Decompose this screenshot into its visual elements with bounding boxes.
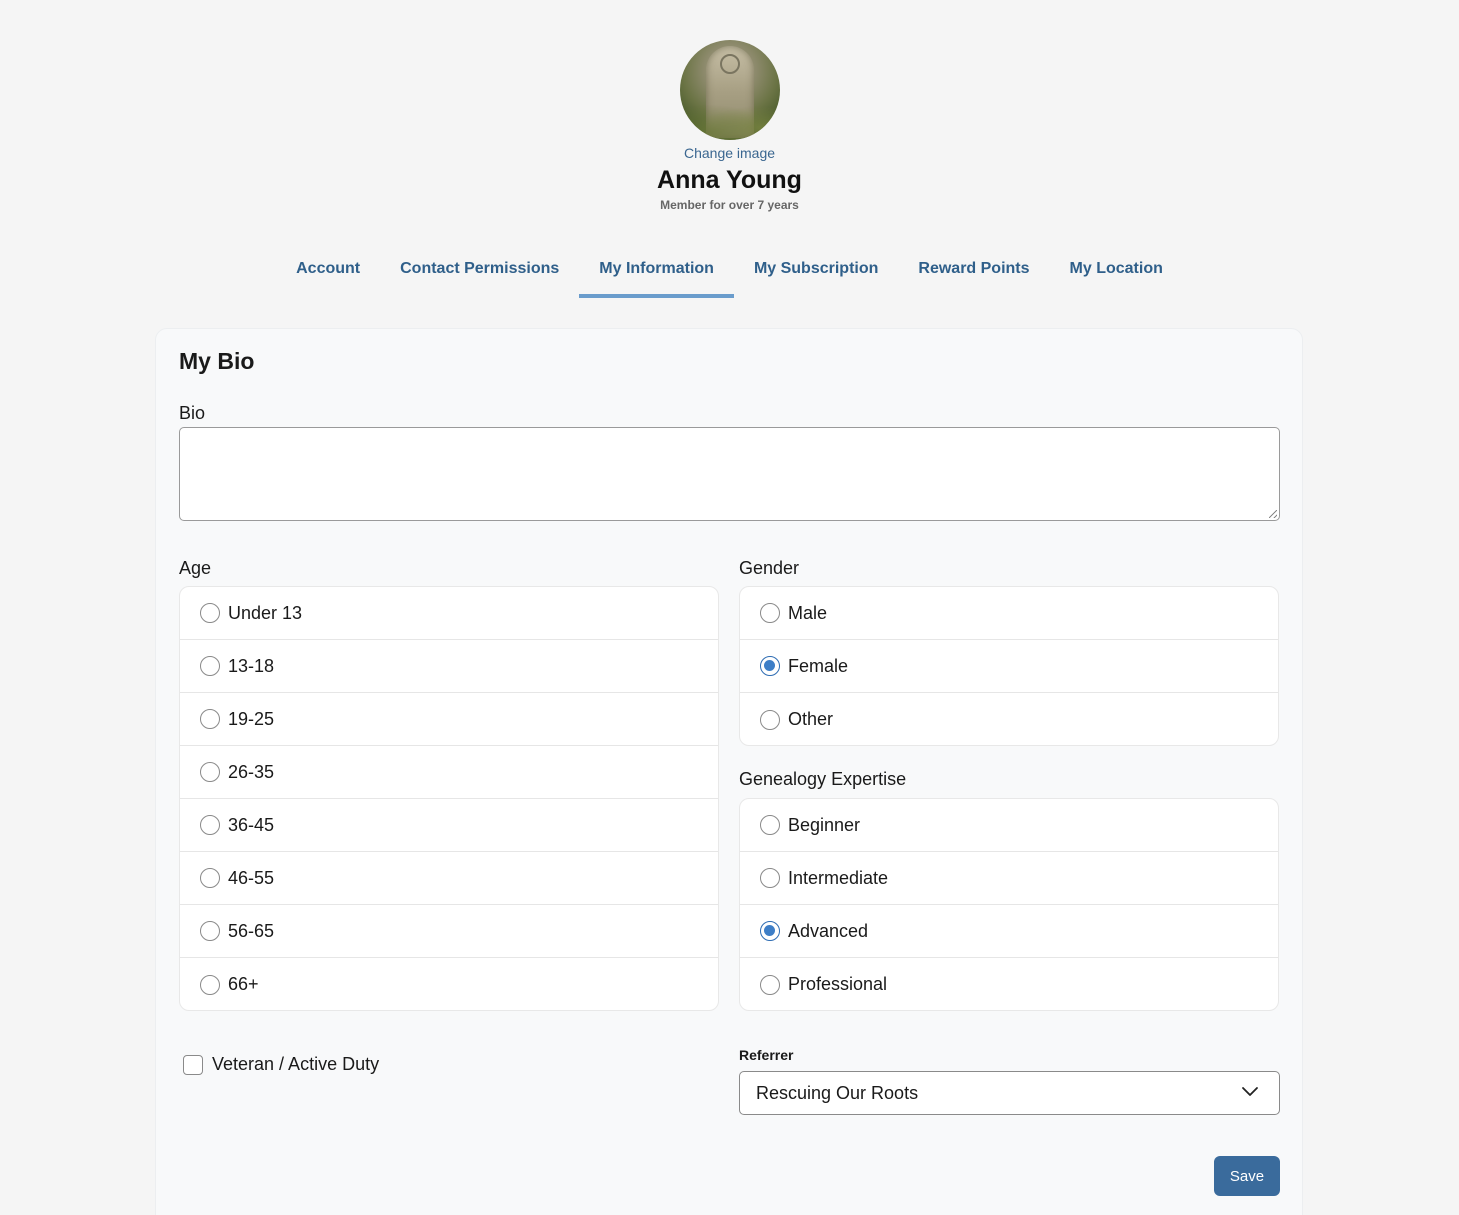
bio-label: Bio [179, 403, 206, 423]
radio-button[interactable] [200, 603, 220, 623]
bio-textarea[interactable] [179, 427, 1280, 521]
radio-button[interactable] [200, 868, 220, 888]
change-image-link[interactable]: Change image [684, 145, 775, 161]
chevron-down-icon [1242, 1087, 1258, 1096]
radio-button[interactable] [760, 603, 780, 623]
radio-label: 56-65 [228, 920, 275, 941]
age-option-46-55[interactable]: 46-55 [180, 852, 718, 905]
expertise-radio-group: Beginner Intermediate Advanced Professio… [739, 798, 1279, 1011]
radio-button[interactable] [760, 868, 780, 888]
section-title: My Bio [179, 348, 255, 374]
tab-my-subscription[interactable]: My Subscription [734, 248, 898, 298]
radio-button-checked[interactable] [760, 656, 780, 676]
age-option-19-25[interactable]: 19-25 [180, 693, 718, 746]
veteran-checkbox[interactable] [183, 1054, 203, 1075]
radio-label: Professional [788, 974, 888, 994]
expertise-option-advanced[interactable]: Advanced [740, 905, 1278, 958]
radio-button-checked[interactable] [760, 921, 780, 941]
radio-button[interactable] [760, 974, 780, 995]
radio-button[interactable] [760, 709, 780, 730]
tab-my-location[interactable]: My Location [1050, 248, 1183, 298]
radio-button[interactable] [200, 974, 220, 995]
radio-button[interactable] [200, 921, 220, 941]
referrer-label: Referrer [739, 1047, 794, 1063]
radio-label: Beginner [788, 814, 861, 835]
gender-option-other[interactable]: Other [740, 693, 1278, 745]
resize-handle[interactable] [1269, 510, 1277, 518]
age-option-26-35[interactable]: 26-35 [180, 746, 718, 799]
radio-button[interactable] [760, 815, 780, 835]
age-option-56-65[interactable]: 56-65 [180, 905, 718, 958]
gender-radio-group: Male Female Other [739, 586, 1279, 746]
expertise-option-intermediate[interactable]: Intermediate [740, 852, 1278, 905]
age-option-36-45[interactable]: 36-45 [180, 799, 718, 852]
bio-card: My Bio Bio Age Under 13 13-18 19-25 26-3… [155, 328, 1303, 1215]
age-option-66-plus[interactable]: 66+ [180, 958, 718, 1010]
radio-label: 19-25 [228, 708, 275, 729]
radio-label: Intermediate [788, 867, 889, 888]
bio-field-wrapper [179, 427, 1280, 521]
radio-label: 36-45 [228, 814, 275, 835]
expertise-option-beginner[interactable]: Beginner [740, 799, 1278, 852]
radio-button[interactable] [200, 656, 220, 676]
age-label: Age [179, 558, 212, 578]
avatar[interactable] [679, 40, 780, 140]
radio-label: 26-35 [228, 761, 275, 782]
age-option-13-18[interactable]: 13-18 [180, 640, 718, 693]
expertise-label: Genealogy Expertise [739, 769, 907, 789]
user-name: Anna Young [657, 166, 802, 194]
radio-label: 13-18 [228, 655, 275, 676]
radio-button[interactable] [200, 815, 220, 835]
veteran-checkbox-row[interactable]: Veteran / Active Duty [183, 1054, 379, 1075]
radio-label: Advanced [788, 920, 869, 941]
tab-bar: Account Contact Permissions My Informati… [0, 248, 1459, 298]
referrer-select[interactable]: Rescuing Our Roots [739, 1071, 1280, 1115]
age-option-under-13[interactable]: Under 13 [180, 587, 718, 640]
gender-option-male[interactable]: Male [740, 587, 1278, 640]
radio-button[interactable] [200, 762, 220, 782]
referrer-selected-value: Rescuing Our Roots [756, 1082, 919, 1103]
expertise-option-professional[interactable]: Professional [740, 958, 1278, 1010]
radio-label: Other [788, 709, 834, 729]
radio-label: 66+ [228, 974, 259, 994]
veteran-label: Veteran / Active Duty [212, 1054, 380, 1074]
radio-label: Under 13 [228, 602, 303, 623]
radio-button[interactable] [200, 709, 220, 729]
gender-label: Gender [739, 558, 800, 578]
radio-label: Female [788, 655, 849, 676]
radio-label: 46-55 [228, 867, 275, 888]
gender-option-female[interactable]: Female [740, 640, 1278, 693]
save-button[interactable]: Save [1214, 1156, 1280, 1196]
tab-contact-permissions[interactable]: Contact Permissions [380, 248, 579, 298]
radio-label: Male [788, 602, 828, 623]
member-since: Member for over 7 years [660, 198, 799, 212]
tab-reward-points[interactable]: Reward Points [898, 248, 1049, 298]
tab-account[interactable]: Account [276, 248, 380, 298]
profile-header: Change image Anna Young Member for over … [0, 40, 1459, 212]
tab-my-information[interactable]: My Information [579, 248, 734, 298]
age-radio-group: Under 13 13-18 19-25 26-35 36-45 46-55 5… [179, 586, 719, 1011]
